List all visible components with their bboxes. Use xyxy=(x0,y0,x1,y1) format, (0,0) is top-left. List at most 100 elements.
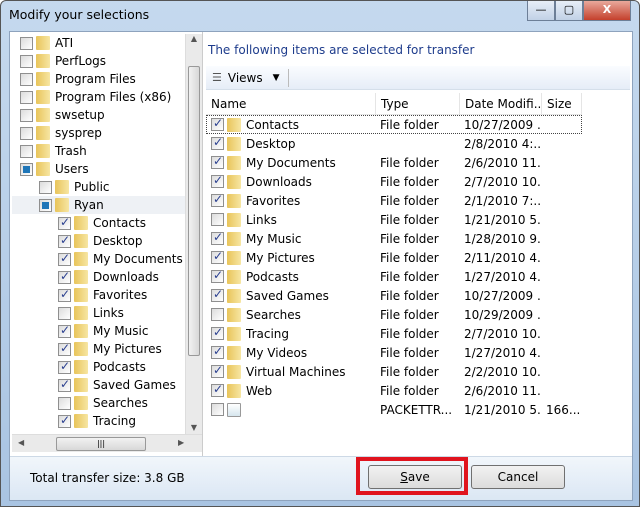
table-row[interactable]: My Music File folder 1/28/2010 9... xyxy=(206,229,582,248)
tree-item[interactable]: My Pictures xyxy=(58,340,162,358)
cancel-button[interactable]: Cancel xyxy=(471,465,565,489)
table-row[interactable]: Downloads File folder 2/7/2010 10... xyxy=(206,172,582,191)
folder-icon xyxy=(36,162,50,176)
table-row[interactable]: Virtual Machines File folder 2/2/2010 10..… xyxy=(206,362,582,381)
checkbox[interactable] xyxy=(211,268,224,283)
tree-item[interactable]: Searches xyxy=(58,394,148,412)
checkbox[interactable] xyxy=(211,403,224,416)
table-row[interactable]: Web File folder 2/6/2010 11... xyxy=(206,381,582,400)
checkbox[interactable] xyxy=(20,90,33,104)
tree-item[interactable]: My Documents xyxy=(58,250,183,268)
scroll-right-icon[interactable]: ▶ xyxy=(178,438,184,447)
scroll-up-icon[interactable]: ▲ xyxy=(186,34,202,43)
column-size[interactable]: Size xyxy=(542,93,582,115)
close-button[interactable]: X xyxy=(583,1,631,21)
checkbox[interactable] xyxy=(58,287,71,302)
checkbox[interactable] xyxy=(211,192,224,207)
checkbox[interactable] xyxy=(211,154,224,169)
scroll-thumb[interactable]: ||| xyxy=(56,437,146,451)
checkbox[interactable] xyxy=(58,323,71,338)
table-row[interactable]: Favorites File folder 2/1/2010 7:... xyxy=(206,191,582,210)
tree-item[interactable]: Podcasts xyxy=(58,358,146,376)
checkbox[interactable] xyxy=(20,36,33,50)
tree-item[interactable]: Public xyxy=(39,178,110,196)
table-row[interactable]: PACKETTR... 1/21/2010 5... 166... xyxy=(206,400,582,419)
tree-item[interactable]: Contacts xyxy=(58,214,146,232)
table-row[interactable]: Saved Games File folder 10/27/2009 ... xyxy=(206,286,582,305)
checkbox[interactable] xyxy=(58,251,71,266)
tree-item[interactable]: Users xyxy=(20,160,89,178)
table-row[interactable]: Searches File folder 10/29/2009 ... xyxy=(206,305,582,324)
checkbox[interactable] xyxy=(58,233,71,248)
table-row[interactable]: My Documents File folder 2/6/2010 11... xyxy=(206,153,582,172)
checkbox[interactable] xyxy=(20,126,33,140)
tree-item[interactable]: Links xyxy=(58,304,124,322)
checkbox[interactable] xyxy=(211,213,224,226)
checkbox[interactable] xyxy=(58,396,71,410)
checkbox[interactable] xyxy=(211,308,224,321)
tree-item[interactable]: Ryan xyxy=(12,196,185,214)
checkbox[interactable] xyxy=(211,325,224,340)
scroll-down-icon[interactable]: ▼ xyxy=(186,423,202,432)
checkbox[interactable] xyxy=(211,135,224,150)
table-row[interactable]: Tracing File folder 2/7/2010 10... xyxy=(206,324,582,343)
maximize-button[interactable]: ▢ xyxy=(555,1,583,21)
tree-item[interactable]: My Music xyxy=(58,322,148,340)
checkbox[interactable] xyxy=(211,173,224,188)
checkbox[interactable] xyxy=(211,363,224,378)
checkbox[interactable] xyxy=(58,306,71,320)
scroll-left-icon[interactable]: ◀ xyxy=(18,438,24,447)
column-date-modified[interactable]: Date Modifi... xyxy=(460,93,542,115)
checkbox[interactable] xyxy=(211,249,224,264)
checkbox[interactable] xyxy=(39,198,52,212)
tree-item[interactable]: Trash xyxy=(20,142,87,160)
tree-horizontal-scrollbar[interactable]: ◀ ||| ▶ xyxy=(12,434,202,452)
checkbox[interactable] xyxy=(58,413,71,428)
tree-item[interactable]: Saved Games xyxy=(58,376,176,394)
checkbox[interactable] xyxy=(58,359,71,374)
tree-item[interactable]: ATI xyxy=(20,34,73,52)
checkbox[interactable] xyxy=(20,144,33,158)
table-row[interactable]: My Videos File folder 1/27/2010 4... xyxy=(206,343,582,362)
checkbox[interactable] xyxy=(211,344,224,359)
tree-vertical-scrollbar[interactable]: ▲ ▼ xyxy=(185,34,202,434)
tree-item[interactable]: Program Files xyxy=(20,70,136,88)
row-date: 1/27/2010 4... xyxy=(464,345,541,360)
column-type[interactable]: Type xyxy=(376,93,460,115)
tree-item[interactable]: sysprep xyxy=(20,124,102,142)
table-row[interactable]: Contacts File folder 10/27/2009 ... xyxy=(206,115,582,134)
checkbox[interactable] xyxy=(211,116,224,131)
table-row[interactable]: Desktop 2/8/2010 4:... xyxy=(206,134,582,153)
checkbox[interactable] xyxy=(211,382,224,397)
checkbox[interactable] xyxy=(58,377,71,392)
table-row[interactable]: My Pictures File folder 2/11/2010 4... xyxy=(206,248,582,267)
scroll-thumb[interactable] xyxy=(188,66,200,356)
chevron-down-icon[interactable]: ▼ xyxy=(273,73,280,83)
row-name: Virtual Machines xyxy=(246,364,346,379)
tree-item[interactable]: swsetup xyxy=(20,106,105,124)
tree-item[interactable]: Program Files (x86) xyxy=(20,88,171,106)
checkbox[interactable] xyxy=(20,108,33,122)
table-row[interactable]: Links File folder 1/21/2010 5... xyxy=(206,210,582,229)
minimize-button[interactable]: — xyxy=(527,1,555,21)
checkbox[interactable] xyxy=(58,341,71,356)
tree-item-label: Downloads xyxy=(93,270,159,284)
checkbox[interactable] xyxy=(39,180,52,194)
table-row[interactable]: Podcasts File folder 1/27/2010 4... xyxy=(206,267,582,286)
checkbox[interactable] xyxy=(58,215,71,230)
tree-item[interactable]: Downloads xyxy=(58,268,159,286)
checkbox[interactable] xyxy=(58,269,71,284)
tree-item[interactable]: Tracing xyxy=(58,412,136,430)
tree-item[interactable]: Favorites xyxy=(58,286,147,304)
column-name[interactable]: Name xyxy=(206,93,376,115)
tree-item[interactable]: Desktop xyxy=(58,232,143,250)
checkbox[interactable] xyxy=(211,287,224,302)
save-button[interactable]: Save xyxy=(368,465,462,489)
checkbox[interactable] xyxy=(20,162,33,176)
tree-item[interactable]: PerfLogs xyxy=(20,52,106,70)
checkbox[interactable] xyxy=(20,72,33,86)
checkbox[interactable] xyxy=(20,54,33,68)
checkbox[interactable] xyxy=(211,230,224,245)
views-button[interactable]: Views xyxy=(228,71,263,85)
folder-icon xyxy=(36,108,50,122)
